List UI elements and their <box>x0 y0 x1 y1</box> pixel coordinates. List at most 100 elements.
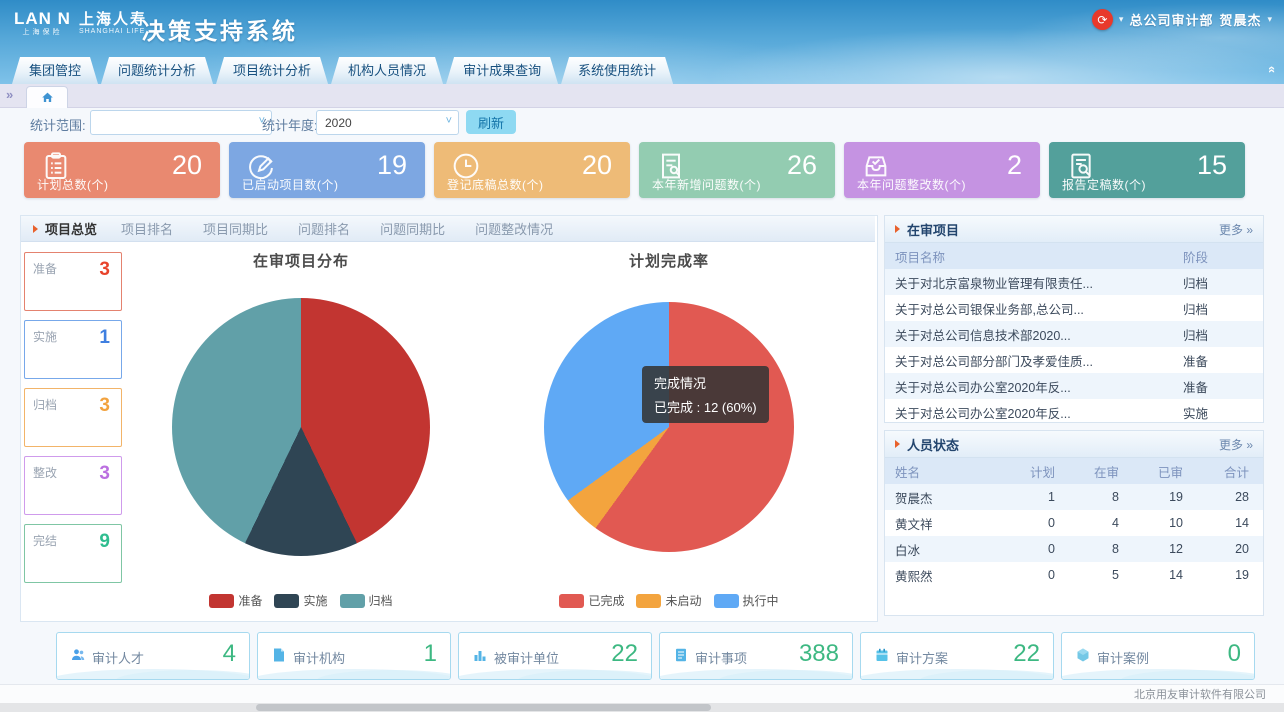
legend-item[interactable]: 归档 <box>340 592 393 609</box>
status-box-complete[interactable]: 完结 9 <box>24 524 122 583</box>
company-logo: LAN N 上海保险 上海人寿 SHANGHAI LIFE <box>14 10 147 37</box>
logo-name-subtext: SHANGHAI LIFE <box>79 28 147 35</box>
legend-label: 实施 <box>303 592 327 609</box>
status-label: 实施 <box>33 328 57 345</box>
scrollbar-thumb[interactable] <box>256 704 711 711</box>
refresh-button[interactable]: 刷新 <box>466 110 516 134</box>
kpi-value: 0 <box>1228 640 1241 668</box>
project-stage: 归档 <box>1183 299 1263 318</box>
legend-label: 执行中 <box>743 592 779 609</box>
user-department[interactable]: 总公司审计部 <box>1129 10 1213 29</box>
table-row[interactable]: 关于对北京富泉物业管理有限责任... 归档 <box>885 269 1263 295</box>
user-name[interactable]: 贺晨杰 <box>1219 10 1261 29</box>
table-row[interactable]: 关于对总公司办公室2020年反... 实施 <box>885 399 1263 425</box>
scope-select[interactable]: ˅ <box>90 110 272 135</box>
collapse-header-icon[interactable]: « <box>1265 66 1280 73</box>
status-label: 归档 <box>33 396 57 413</box>
legend-swatch-icon <box>559 594 584 608</box>
staff-in-audit: 8 <box>1069 542 1133 556</box>
status-box-archive[interactable]: 归档 3 <box>24 388 122 447</box>
legend-label: 准备 <box>238 592 262 609</box>
table-row[interactable]: 黄熙然 0 5 14 19 <box>885 562 1263 588</box>
kpi-value: 22 <box>1013 640 1040 668</box>
home-icon <box>41 91 54 104</box>
subtab-issue-ranking[interactable]: 问题排名 <box>298 219 350 238</box>
status-box-rectify[interactable]: 整改 3 <box>24 456 122 515</box>
stat-card-started-projects: 19 已启动项目数(个) <box>229 142 425 198</box>
table-row[interactable]: 关于对总公司办公室2020年反... 准备 <box>885 373 1263 399</box>
project-name: 关于对总公司银保业务部,总公司... <box>885 299 1183 318</box>
col-project-name: 项目名称 <box>885 247 1183 266</box>
subtab-project-yoy[interactable]: 项目同期比 <box>203 219 268 238</box>
staff-plan: 0 <box>1017 568 1069 582</box>
project-name: 关于对总公司办公室2020年反... <box>885 377 1183 396</box>
legend-plan-completion: 已完成未启动 执行中 <box>524 592 814 609</box>
stat-label: 报告定稿数(个) <box>1062 176 1146 193</box>
tab-home[interactable] <box>26 86 68 108</box>
gem-icon <box>1075 647 1091 663</box>
col-in-audit: 在审 <box>1069 462 1133 481</box>
table-row[interactable]: 关于对总公司部分部门及孝爱佳质... 准备 <box>885 347 1263 373</box>
more-link[interactable]: 更多 » <box>1219 436 1253 453</box>
kpi-audited-units: 被审计单位 22 <box>458 632 652 680</box>
kpi-value: 1 <box>424 640 437 668</box>
tab-audit-results[interactable]: 审计成果查询 <box>446 57 558 84</box>
subtab-issue-yoy[interactable]: 问题同期比 <box>380 219 445 238</box>
legend-swatch-icon <box>636 594 661 608</box>
horizontal-scrollbar[interactable] <box>0 703 1284 712</box>
legend-item[interactable]: 执行中 <box>714 592 779 609</box>
legend-item[interactable]: 已完成 <box>559 592 624 609</box>
table-row[interactable]: 贺晨杰 1 8 19 28 <box>885 484 1263 510</box>
table-header: 姓名 计划 在审 已审 合计 <box>885 458 1263 484</box>
year-select[interactable]: 2020 ˅ <box>316 110 459 135</box>
staff-plan: 0 <box>1017 542 1069 556</box>
legend-swatch-icon <box>274 594 299 608</box>
staff-name: 黄文祥 <box>885 514 1017 533</box>
stat-label: 本年问题整改数(个) <box>857 176 966 193</box>
more-link[interactable]: 更多 » <box>1219 221 1253 238</box>
legend-item[interactable]: 实施 <box>274 592 327 609</box>
pie-chart-project-distribution[interactable] <box>172 298 430 556</box>
page-title: 决策支持系统 <box>142 12 298 46</box>
panel-marker-icon <box>895 440 900 448</box>
tab-project-statistics[interactable]: 项目统计分析 <box>216 57 328 84</box>
staff-audited: 19 <box>1133 490 1197 504</box>
kpi-label: 被审计单位 <box>494 648 559 667</box>
stat-card-worksheets: 20 登记底稿总数(个) <box>434 142 630 198</box>
kpi-audit-orgs: 审计机构 1 <box>257 632 451 680</box>
status-value: 3 <box>99 395 110 417</box>
table-row[interactable]: 关于对总公司银保业务部,总公司... 归档 <box>885 295 1263 321</box>
project-stage: 准备 <box>1183 351 1263 370</box>
status-box-implement[interactable]: 实施 1 <box>24 320 122 379</box>
stat-value: 20 <box>172 150 202 181</box>
panel-title: 人员状态 <box>907 435 959 454</box>
staff-plan: 0 <box>1017 516 1069 530</box>
subtab-project-overview[interactable]: 项目总览 <box>45 219 97 238</box>
tab-group-control[interactable]: 集团管控 <box>12 57 98 84</box>
tab-org-personnel[interactable]: 机构人员情况 <box>331 57 443 84</box>
table-row[interactable]: 黄文祥 0 4 10 14 <box>885 510 1263 536</box>
chevron-down-icon[interactable]: ▾ <box>1119 14 1124 25</box>
staff-audited: 12 <box>1133 542 1197 556</box>
stat-label: 本年新增问题数(个) <box>652 176 761 193</box>
chart-title-plan-completion: 计划完成率 <box>544 250 794 271</box>
table-row[interactable]: 白冰 0 8 12 20 <box>885 536 1263 562</box>
expand-sidebar-icon[interactable]: » <box>6 87 13 102</box>
status-box-prepare[interactable]: 准备 3 <box>24 252 122 311</box>
legend-item[interactable]: 未启动 <box>636 592 701 609</box>
pie-chart-plan-completion[interactable] <box>544 302 794 552</box>
kpi-label: 审计人才 <box>92 648 144 667</box>
chevron-down-icon[interactable]: ▾ <box>1267 14 1272 25</box>
col-plan: 计划 <box>1017 462 1069 481</box>
tab-system-usage[interactable]: 系统使用统计 <box>561 57 673 84</box>
table-row[interactable]: 关于对总公司信息技术部2020... 归档 <box>885 321 1263 347</box>
legend-item[interactable]: 准备 <box>209 592 262 609</box>
stat-value: 2 <box>1007 150 1022 181</box>
refresh-status-icon[interactable]: ⟳ <box>1092 9 1113 30</box>
tab-issue-statistics[interactable]: 问题统计分析 <box>101 57 213 84</box>
header: LAN N 上海保险 上海人寿 SHANGHAI LIFE 决策支持系统 ⟳ ▾… <box>0 0 1284 84</box>
kpi-value: 22 <box>611 640 638 668</box>
subtab-project-ranking[interactable]: 项目排名 <box>121 219 173 238</box>
subtab-issue-rectification[interactable]: 问题整改情况 <box>475 219 553 238</box>
status-label: 完结 <box>33 532 57 549</box>
